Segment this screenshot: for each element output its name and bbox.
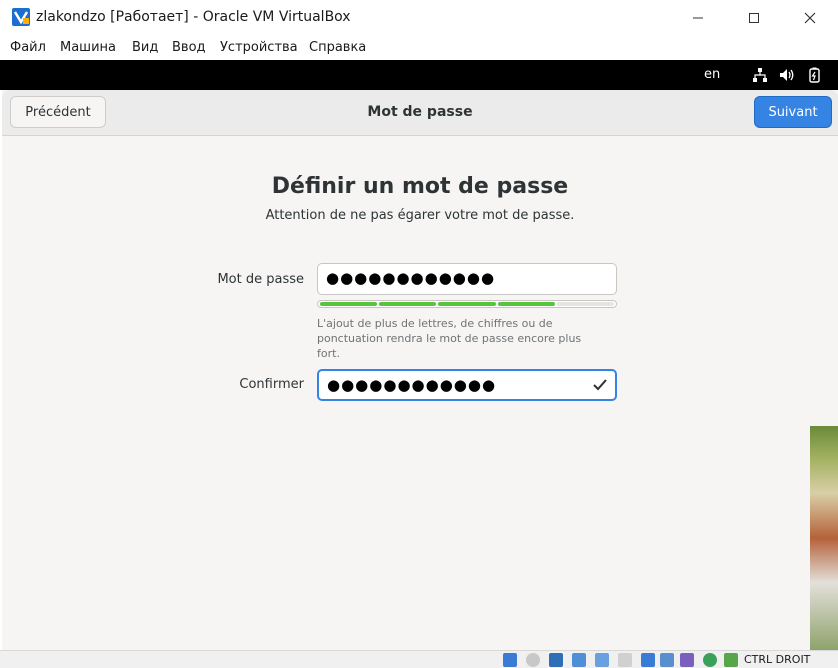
menu-help[interactable]: Справка <box>309 40 366 55</box>
window-title: zlakondzo [Работает] - Oracle VM Virtual… <box>36 9 351 25</box>
menu-bar: Файл Машина Вид Ввод Устройства Справка <box>0 36 838 60</box>
strength-segment <box>320 302 378 306</box>
guest-setup-window: Précédent Mot de passe Suivant Définir u… <box>2 90 838 650</box>
virtualization-icon[interactable] <box>680 653 694 667</box>
keyboard-capture-icon[interactable] <box>724 653 738 667</box>
maximize-icon <box>749 13 759 23</box>
next-button[interactable]: Suivant <box>754 96 832 128</box>
password-hint: L'ajout de plus de lettres, de chiffres … <box>317 317 582 360</box>
strength-segment <box>556 302 615 306</box>
volume-icon[interactable] <box>779 67 795 83</box>
page-subtitle: Attention de ne pas égarer votre mot de … <box>265 208 575 223</box>
close-icon <box>804 12 816 24</box>
window-titlebar: zlakondzo [Работает] - Oracle VM Virtual… <box>0 0 838 36</box>
keyboard-language[interactable]: en <box>704 67 720 82</box>
guest-top-bar: en <box>0 60 838 90</box>
password-label: Mot de passe <box>217 272 304 287</box>
minimize-icon <box>693 17 703 19</box>
close-button[interactable] <box>787 0 833 36</box>
strength-segment <box>438 302 496 306</box>
page-title: Définir un mot de passe <box>271 174 569 199</box>
usb-icon[interactable] <box>595 653 609 667</box>
header-title: Mot de passe <box>367 104 473 120</box>
recording-icon[interactable] <box>660 653 674 667</box>
virtualbox-icon <box>12 8 30 26</box>
confirm-password-field[interactable]: ●●●●●●●●●●●● <box>317 369 617 401</box>
hard-disk-icon[interactable] <box>503 653 517 667</box>
password-field[interactable]: ●●●●●●●●●●●● <box>317 263 617 295</box>
password-strength-bar <box>317 300 617 308</box>
host-key-label: CTRL DROIT <box>744 653 811 666</box>
network-icon[interactable] <box>752 67 768 83</box>
menu-machine[interactable]: Машина <box>60 40 116 55</box>
menu-input[interactable]: Ввод <box>172 40 206 55</box>
minimize-button[interactable] <box>675 0 721 36</box>
globe-icon[interactable] <box>703 653 717 667</box>
network-adapter-icon[interactable] <box>572 653 586 667</box>
menu-devices[interactable]: Устройства <box>220 40 298 55</box>
battery-icon[interactable] <box>806 67 822 83</box>
audio-icon[interactable] <box>549 653 563 667</box>
header-bar: Précédent Mot de passe Suivant <box>2 90 838 136</box>
menu-view[interactable]: Вид <box>132 40 158 55</box>
maximize-button[interactable] <box>731 0 777 36</box>
display-icon[interactable] <box>641 653 655 667</box>
menu-file[interactable]: Файл <box>10 40 46 55</box>
vm-status-bar: CTRL DROIT <box>0 650 838 668</box>
host-wallpaper-fragment <box>810 426 838 650</box>
shared-folders-icon[interactable] <box>618 653 632 667</box>
checkmark-icon <box>593 379 607 391</box>
strength-segment <box>379 302 437 306</box>
optical-drive-icon[interactable] <box>526 653 540 667</box>
strength-segment <box>497 302 555 306</box>
confirm-label: Confirmer <box>239 377 304 392</box>
